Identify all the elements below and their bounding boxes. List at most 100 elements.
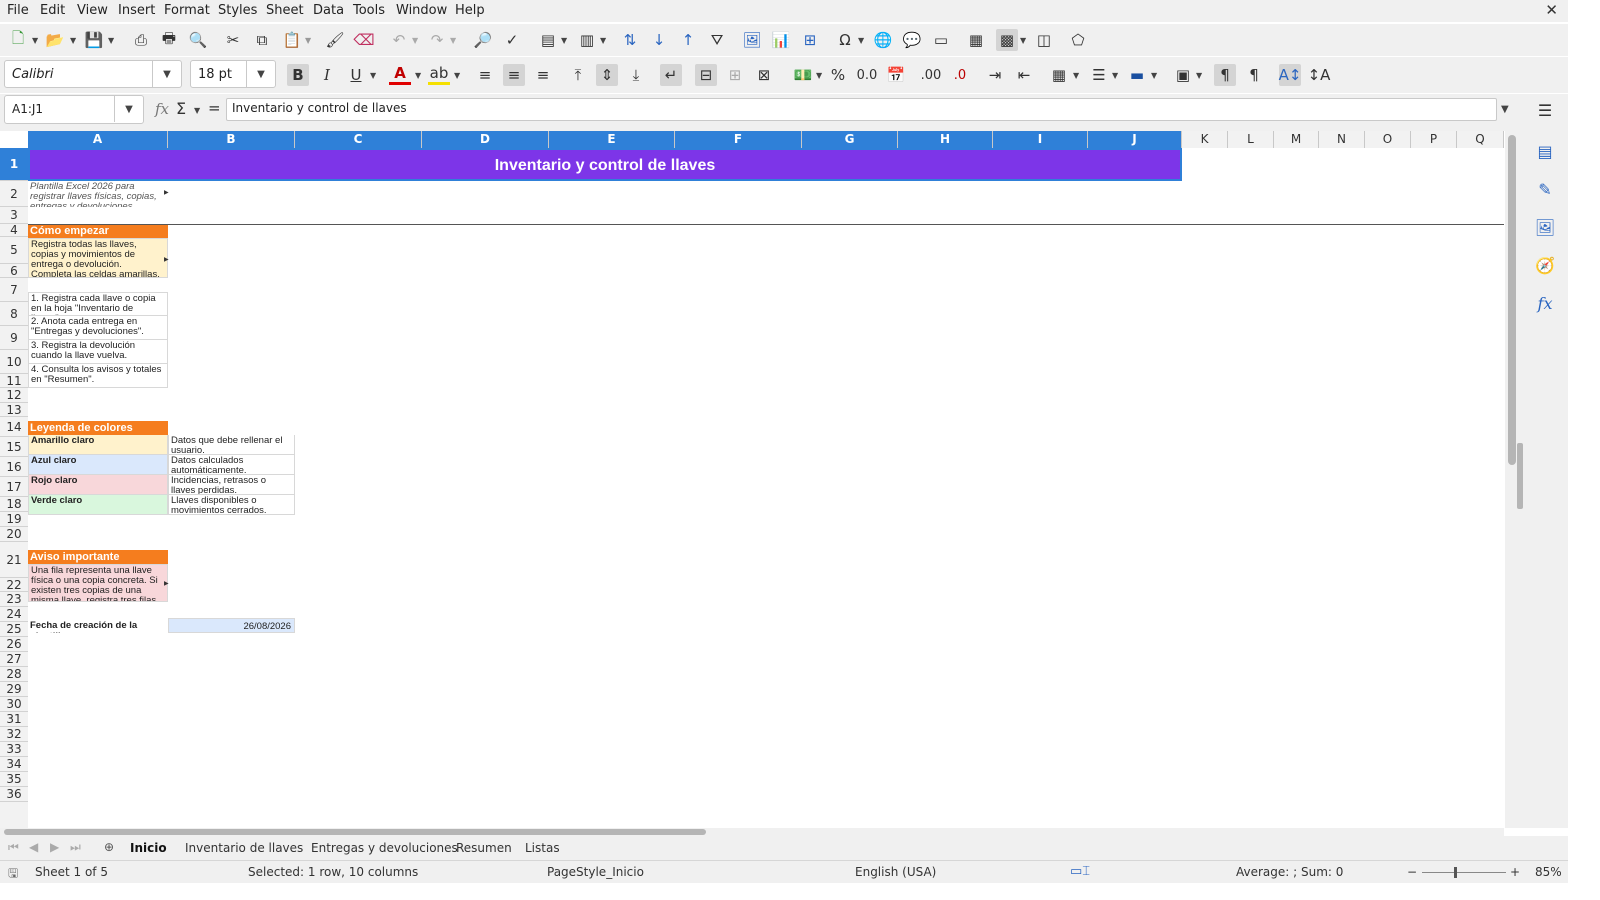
- row-header[interactable]: 19: [0, 512, 28, 527]
- tab-listas[interactable]: Listas: [525, 841, 560, 855]
- underline-button[interactable]: U: [345, 64, 367, 86]
- row-header[interactable]: 29: [0, 682, 28, 697]
- align-right-icon[interactable]: ≡: [532, 64, 554, 86]
- new-document-icon[interactable]: 🗋: [7, 29, 29, 51]
- scroll-thumb[interactable]: [4, 829, 706, 835]
- row-header[interactable]: 35: [0, 772, 28, 787]
- column-header[interactable]: O: [1365, 131, 1411, 148]
- borders-icon[interactable]: ▦: [1048, 64, 1070, 86]
- prev-sheet-icon[interactable]: ◀: [29, 840, 38, 854]
- row-header[interactable]: 1: [0, 148, 28, 181]
- column-header[interactable]: G: [802, 131, 898, 148]
- legend-description[interactable]: Datos calculados automáticamente.: [168, 455, 295, 475]
- paste-icon[interactable]: 📋: [281, 29, 303, 51]
- menu-data[interactable]: Data: [313, 3, 344, 18]
- column-header[interactable]: F: [675, 131, 802, 148]
- row-header[interactable]: 12: [0, 388, 28, 403]
- row-header[interactable]: 18: [0, 497, 28, 512]
- last-sheet-icon[interactable]: ⏭: [70, 840, 81, 855]
- increase-indent-icon[interactable]: ⇥: [984, 64, 1006, 86]
- autofilter-icon[interactable]: ⛛: [706, 29, 728, 51]
- sum-display[interactable]: Average: ; Sum: 0: [1236, 865, 1343, 879]
- spreadsheet-grid[interactable]: Inventario y control de llaves Plantilla…: [28, 148, 1504, 828]
- title-cell[interactable]: Inventario y control de llaves: [28, 148, 1182, 181]
- print-preview-icon[interactable]: 🔍: [187, 29, 209, 51]
- comment-icon[interactable]: 💬: [901, 29, 923, 51]
- left-to-right-icon[interactable]: ¶: [1214, 64, 1236, 86]
- row-header[interactable]: 26: [0, 637, 28, 652]
- row-header[interactable]: 34: [0, 757, 28, 772]
- next-sheet-icon[interactable]: ▶: [50, 840, 59, 854]
- step-item[interactable]: 4. Consulta los avisos y totales en "Res…: [28, 364, 168, 388]
- row-header[interactable]: 3: [0, 207, 28, 224]
- page-style[interactable]: PageStyle_Inicio: [547, 865, 644, 879]
- how-to-start-header[interactable]: Cómo empezar: [28, 225, 168, 238]
- zoom-slider-handle[interactable]: [1454, 867, 1457, 878]
- column-header[interactable]: B: [168, 131, 295, 148]
- text-direction-horizontal-icon[interactable]: A↕: [1279, 64, 1301, 86]
- tab-entregas[interactable]: Entregas y devoluciones: [311, 841, 458, 855]
- column-header[interactable]: C: [295, 131, 422, 148]
- find-replace-icon[interactable]: 🔎: [472, 29, 494, 51]
- row-header[interactable]: 32: [0, 727, 28, 742]
- date-format-icon[interactable]: 📅: [885, 64, 907, 86]
- gallery-icon[interactable]: 🖼: [1534, 216, 1556, 238]
- align-center-icon[interactable]: ≡: [503, 64, 525, 86]
- styles-icon[interactable]: ✎: [1534, 178, 1556, 200]
- pivot-table-icon[interactable]: ⊞: [799, 29, 821, 51]
- wrap-text-icon[interactable]: ↵: [660, 64, 682, 86]
- formula-input[interactable]: Inventario y control de llaves: [226, 98, 1497, 121]
- highlight-color-icon[interactable]: ab: [428, 64, 450, 85]
- border-style-icon[interactable]: ☰: [1088, 64, 1110, 86]
- percent-format-icon[interactable]: %: [827, 64, 849, 86]
- row-header[interactable]: 13: [0, 403, 28, 417]
- align-top-icon[interactable]: ⤒: [567, 64, 589, 86]
- row-icon[interactable]: ▤: [537, 29, 559, 51]
- chevron-down-icon[interactable]: ▼: [152, 61, 181, 87]
- redo-icon[interactable]: ↷: [426, 29, 448, 51]
- navigator-icon[interactable]: 🧭: [1534, 254, 1556, 276]
- menu-window[interactable]: Window: [396, 3, 447, 18]
- row-header[interactable]: 16: [0, 457, 28, 477]
- creation-date-label[interactable]: Fecha de creación de la plantilla: [28, 618, 168, 633]
- functions-icon[interactable]: fx: [1534, 292, 1556, 314]
- step-item[interactable]: 3. Registra la devolución cuando la llav…: [28, 340, 168, 364]
- sort-descending-icon[interactable]: ↑: [677, 29, 699, 51]
- merge-cells-icon[interactable]: ⊞: [724, 64, 746, 86]
- draw-functions-icon[interactable]: ⬠: [1067, 29, 1089, 51]
- row-header[interactable]: 25: [0, 622, 28, 637]
- language[interactable]: English (USA): [855, 865, 936, 879]
- sum-icon[interactable]: Σ: [176, 99, 186, 118]
- row-header[interactable]: 15: [0, 437, 28, 457]
- column-header[interactable]: K: [1182, 131, 1228, 148]
- creation-date-value[interactable]: 26/08/2026: [168, 618, 295, 633]
- zoom-in-button[interactable]: +: [1510, 865, 1520, 879]
- delete-decimal-icon[interactable]: .0: [949, 64, 971, 86]
- horizontal-scrollbar[interactable]: [0, 828, 1504, 836]
- menu-format[interactable]: Format: [164, 3, 210, 18]
- save-icon[interactable]: 💾: [83, 29, 105, 51]
- row-header[interactable]: 2: [0, 181, 28, 207]
- row-header[interactable]: 33: [0, 742, 28, 757]
- add-decimal-icon[interactable]: .00: [920, 64, 942, 86]
- zoom-level[interactable]: 85%: [1535, 865, 1562, 879]
- merge-center-icon[interactable]: ⊟: [695, 64, 717, 86]
- column-header[interactable]: M: [1274, 131, 1319, 148]
- column-header[interactable]: H: [898, 131, 993, 148]
- italic-button[interactable]: I: [316, 64, 338, 86]
- unmerge-cells-icon[interactable]: ⊠: [753, 64, 775, 86]
- row-header[interactable]: 14: [0, 417, 28, 437]
- subtitle-cell[interactable]: Plantilla Excel 2026 para registrar llav…: [28, 181, 168, 208]
- row-header[interactable]: 28: [0, 667, 28, 682]
- selection-mode-icon[interactable]: ▭⌶: [1070, 864, 1090, 879]
- first-sheet-icon[interactable]: ⏮: [8, 840, 19, 855]
- notice-header[interactable]: Aviso importante: [28, 550, 168, 564]
- legend-color-label[interactable]: Amarillo claro: [28, 435, 168, 455]
- split-window-icon[interactable]: ◫: [1033, 29, 1055, 51]
- column-header[interactable]: N: [1319, 131, 1365, 148]
- menu-edit[interactable]: Edit: [40, 3, 65, 18]
- chevron-down-icon[interactable]: ▼: [114, 96, 143, 122]
- zoom-out-button[interactable]: −: [1407, 865, 1417, 879]
- legend-color-label[interactable]: Rojo claro: [28, 475, 168, 495]
- define-print-area-icon[interactable]: ▦: [965, 29, 987, 51]
